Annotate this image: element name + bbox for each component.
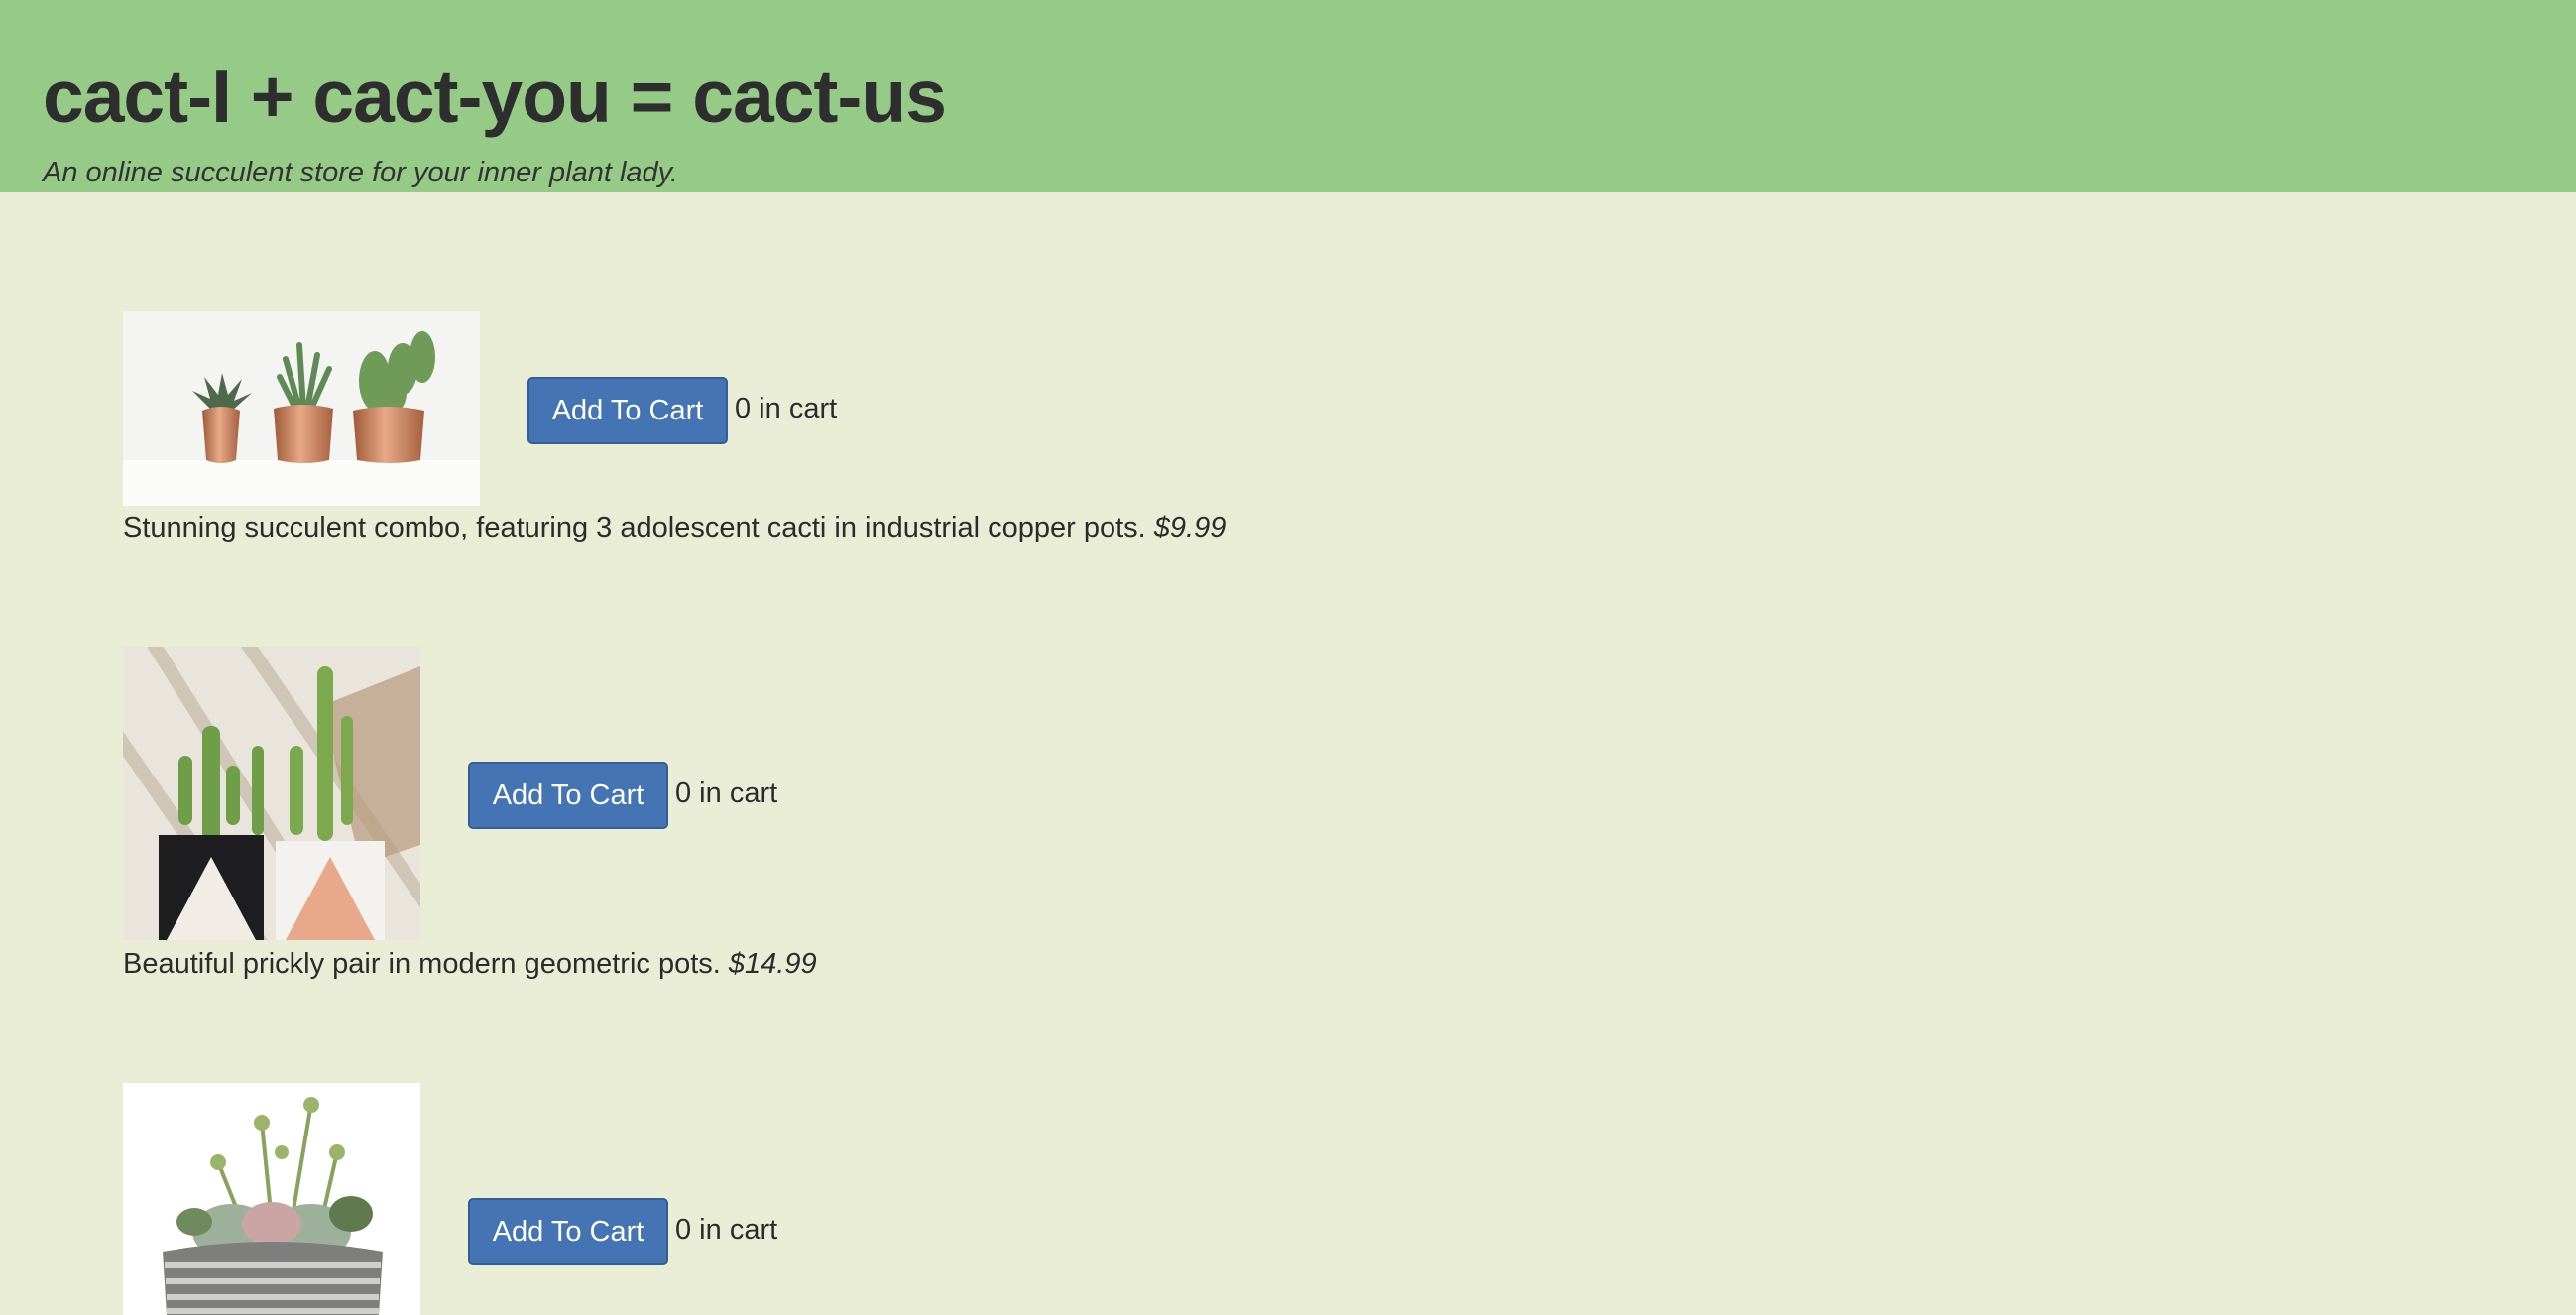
product-description: Stunning succulent combo, featuring 3 ad… [123,510,1226,545]
product-description: Beautiful prickly pair in modern geometr… [123,946,817,982]
product-price: $14.99 [728,948,817,980]
cart-count: 0 in cart [675,777,778,809]
site-title: cact-I + cact-you = cact-us [43,55,947,138]
product-image-1[interactable] [123,311,480,506]
add-to-cart-button[interactable]: Add To Cart [527,377,728,444]
description-text: Beautiful prickly pair in modern geometr… [123,948,721,980]
three-cacti-copper-pots-illustration [123,311,480,506]
site-tagline: An online succulent store for your inner… [43,157,679,188]
product-image-2[interactable] [123,647,420,940]
cart-count: 0 in cart [735,393,838,424]
description-text: Stunning succulent combo, featuring 3 ad… [123,512,1146,543]
cart-count: 0 in cart [675,1214,778,1246]
succulent-bowl-arrangement-illustration [123,1083,420,1315]
product-price: $9.99 [1153,512,1227,543]
add-to-cart-button[interactable]: Add To Cart [468,762,668,829]
cactus-pair-geometric-pots-illustration [123,647,420,940]
product-image-3[interactable] [123,1083,420,1315]
site-header: cact-I + cact-you = cact-us An online su… [0,0,2576,192]
add-to-cart-button[interactable]: Add To Cart [468,1198,668,1265]
